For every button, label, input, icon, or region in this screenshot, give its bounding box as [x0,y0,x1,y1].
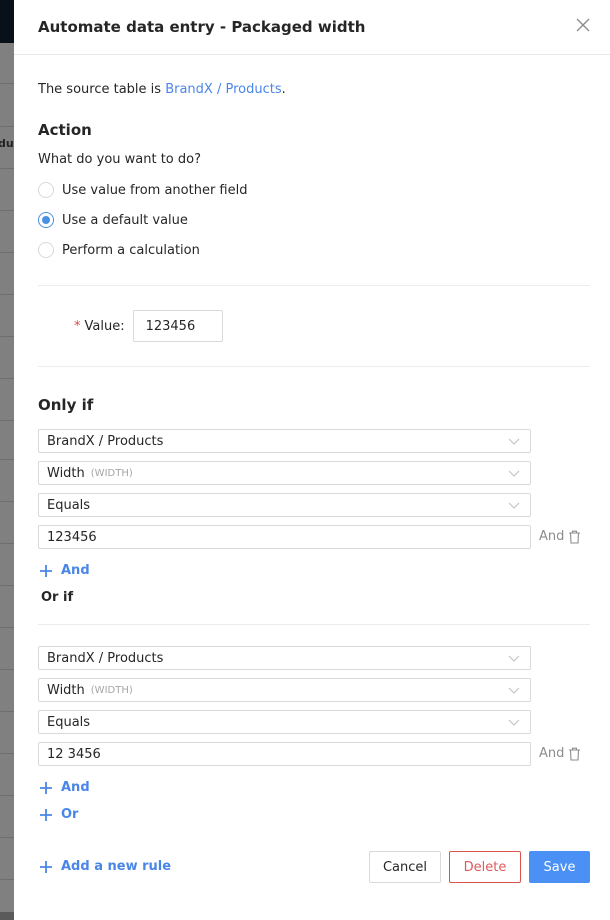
background-row [0,797,14,838]
background-header [0,0,14,43]
background-footer [0,912,14,920]
condition-2-operator-select[interactable]: Equals [38,710,531,734]
close-icon [576,18,590,32]
background-row [0,755,14,796]
background-row [0,713,14,754]
select-value: Width [47,465,85,481]
condition-2-actions: And [539,746,581,761]
cancel-button[interactable]: Cancel [369,851,441,883]
select-value: Equals [47,497,91,513]
background-row [0,587,14,628]
source-table-link[interactable]: BrandX / Products [165,82,281,97]
add-new-rule-link[interactable]: Add a new rule [40,859,171,874]
value-label: Value: [84,318,125,334]
add-new-rule-label: Add a new rule [61,859,172,874]
radio-label: Perform a calculation [62,242,200,258]
background-row [0,296,14,337]
drawer-header: Automate data entry - Packaged width [14,0,610,55]
background-row [0,43,14,84]
select-value: Width [47,682,85,698]
background-partial-text: du [0,137,14,150]
background-app: du [0,0,14,920]
radio-label: Use a default value [62,212,188,228]
condition-2-table-select[interactable]: BrandX / Products [38,646,531,670]
automation-drawer: Automate data entry - Packaged width The… [14,0,610,920]
and-button[interactable]: And [539,746,564,761]
background-row [0,461,14,502]
radio-perform-calculation[interactable]: Perform a calculation [38,242,200,258]
select-value: BrandX / Products [47,650,164,666]
background-row [0,170,14,211]
input-value: 12 3456 [47,746,101,762]
condition-1-actions: And [539,529,581,544]
divider [38,285,590,286]
source-suffix: . [281,82,286,97]
field-code: (WIDTH) [90,467,133,479]
close-button[interactable] [576,18,594,36]
chevron-down-icon [508,470,520,477]
action-question: What do you want to do? [38,152,202,167]
and-button[interactable]: And [539,529,564,544]
plus-icon [40,808,52,821]
radio-circle[interactable] [38,182,54,198]
action-heading: Action [38,121,92,139]
add-and-condition-link[interactable]: And [40,780,90,795]
background-row [0,212,14,253]
only-if-heading: Only if [38,396,94,414]
plus-icon [40,564,52,577]
background-row [0,380,14,421]
add-and-label: And [61,563,90,578]
default-value-input[interactable] [132,310,223,342]
chevron-down-icon [508,719,520,726]
plus-icon [40,860,52,873]
condition-1-field-select[interactable]: Width (WIDTH) [38,461,531,485]
condition-1-table-select[interactable]: BrandX / Products [38,429,531,453]
drawer-title: Automate data entry - Packaged width [38,18,366,36]
input-value: 123456 [47,529,97,545]
radio-use-default-value[interactable]: Use a default value [38,212,188,228]
add-and-condition-link[interactable]: And [40,563,90,578]
background-row [0,503,14,544]
or-if-label: Or if [41,590,74,605]
delete-button[interactable]: Delete [449,851,521,883]
required-mark: * [74,318,81,334]
condition-2-field-select[interactable]: Width (WIDTH) [38,678,531,702]
add-or-condition-link[interactable]: Or [40,807,78,822]
field-code: (WIDTH) [90,684,133,696]
condition-1-operator-select[interactable]: Equals [38,493,531,517]
select-value: Equals [47,714,91,730]
add-or-label: Or [61,807,79,822]
chevron-down-icon [508,438,520,445]
background-row [0,419,14,460]
plus-icon [40,781,52,794]
select-value: BrandX / Products [47,433,164,449]
background-row [0,545,14,586]
chevron-down-icon [508,655,520,662]
trash-icon[interactable] [568,530,581,544]
trash-icon[interactable] [568,747,581,761]
radio-label: Use value from another field [62,182,248,198]
background-row [0,671,14,712]
background-row [0,338,14,379]
source-table-text: The source table is BrandX / Products. [38,82,286,97]
radio-circle[interactable] [38,242,54,258]
condition-1-value-input[interactable]: 123456 [38,525,531,549]
radio-use-value-from-another-field[interactable]: Use value from another field [38,182,247,198]
condition-2-value-input[interactable]: 12 3456 [38,742,531,766]
chevron-down-icon [508,502,520,509]
background-row [0,629,14,670]
radio-circle-checked[interactable] [38,212,54,228]
source-prefix: The source table is [38,82,166,97]
save-button[interactable]: Save [529,851,590,883]
background-row [0,254,14,295]
divider [38,366,590,367]
default-value-row: * Value: [74,310,223,342]
divider [38,624,590,625]
background-row [0,839,14,880]
add-and-label: And [61,780,90,795]
chevron-down-icon [508,687,520,694]
background-row [0,86,14,127]
